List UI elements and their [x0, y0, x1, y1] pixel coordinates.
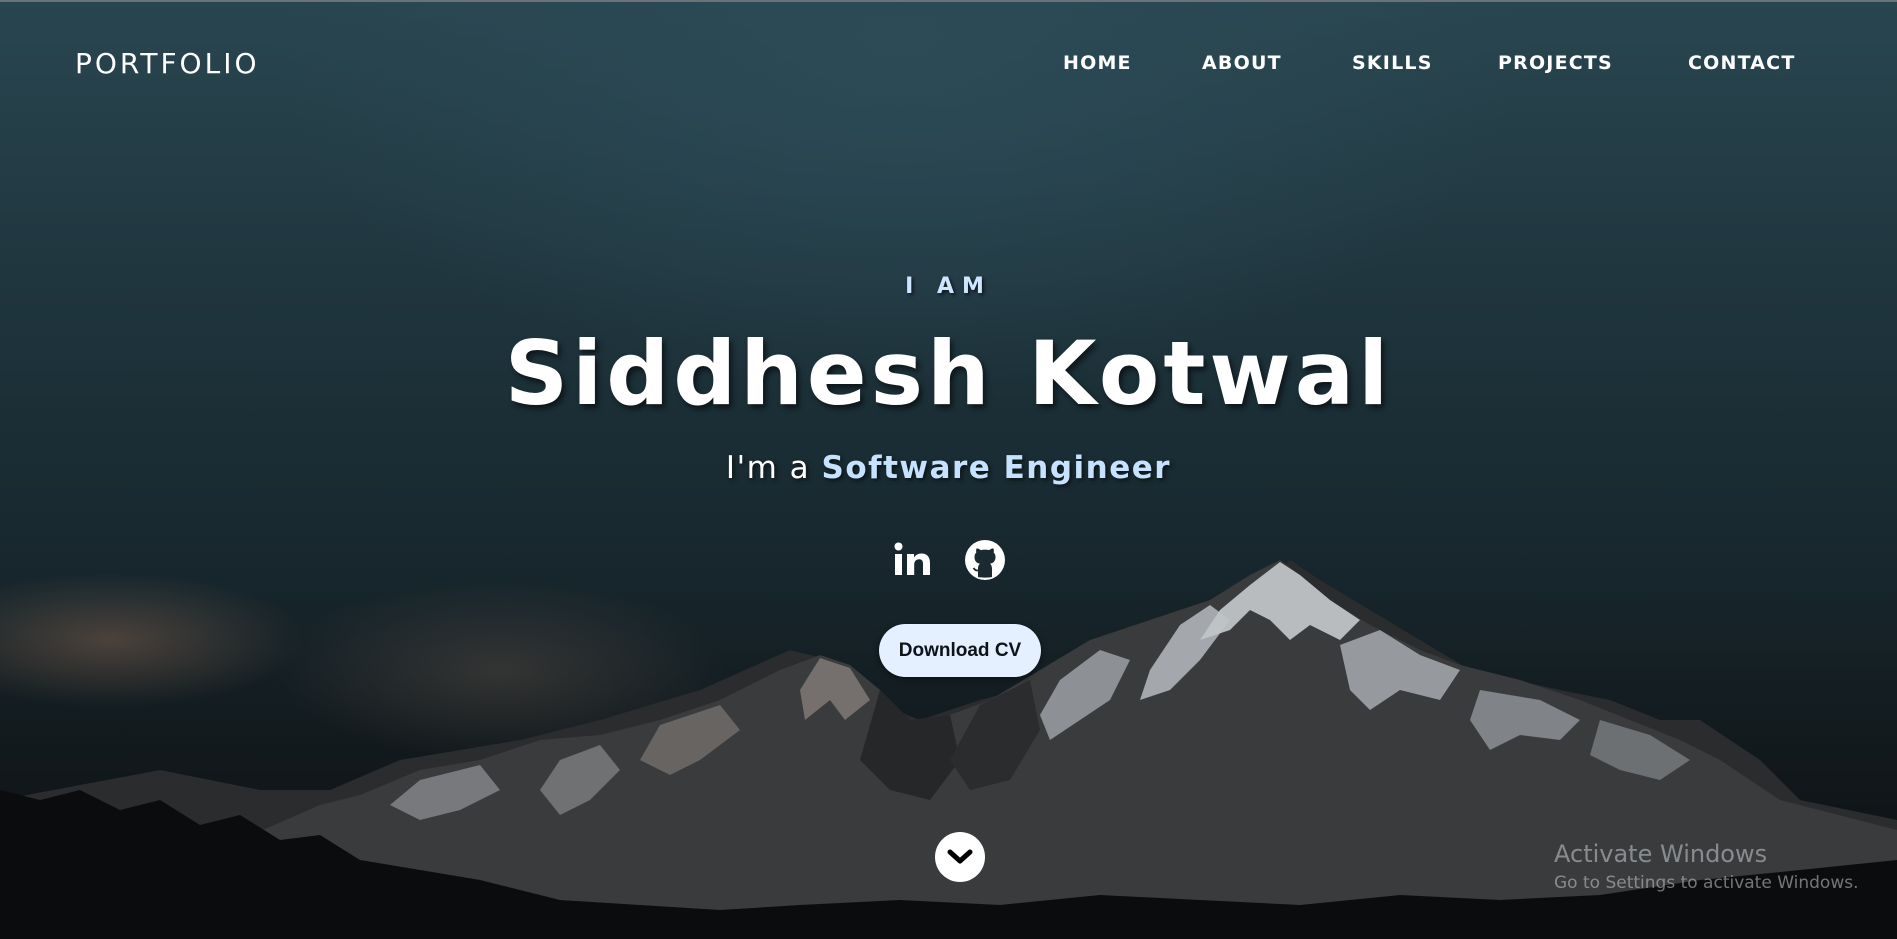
watermark-title: Activate Windows	[1554, 840, 1768, 868]
windows-activation-watermark: Activate Windows Go to Settings to activ…	[1554, 840, 1859, 893]
nav-item-home[interactable]: HOME	[1063, 52, 1132, 74]
download-cv-button[interactable]: Download CV	[879, 624, 1041, 677]
nav-item-contact[interactable]: CONTACT	[1688, 52, 1796, 74]
navbar: PORTFOLIO HOME ABOUT SKILLS PROJECTS CON…	[0, 0, 1897, 130]
hero-role-line: I'm a Software Engineer	[0, 450, 1897, 486]
nav-item-about[interactable]: ABOUT	[1202, 52, 1282, 74]
watermark-subtitle: Go to Settings to activate Windows.	[1554, 873, 1859, 893]
linkedin-icon[interactable]	[890, 537, 936, 583]
chevron-down-icon[interactable]	[935, 832, 985, 882]
intro-label: I AM	[905, 274, 992, 299]
github-icon[interactable]	[962, 537, 1008, 583]
social-links	[0, 537, 1897, 583]
role-prefix: I'm a	[725, 450, 822, 486]
nav-item-projects[interactable]: PROJECTS	[1498, 52, 1613, 74]
nav-item-skills[interactable]: SKILLS	[1352, 52, 1433, 74]
site-logo[interactable]: PORTFOLIO	[75, 47, 260, 80]
role-title: Software Engineer	[821, 450, 1172, 486]
hero-name: Siddhesh Kotwal	[504, 322, 1393, 425]
